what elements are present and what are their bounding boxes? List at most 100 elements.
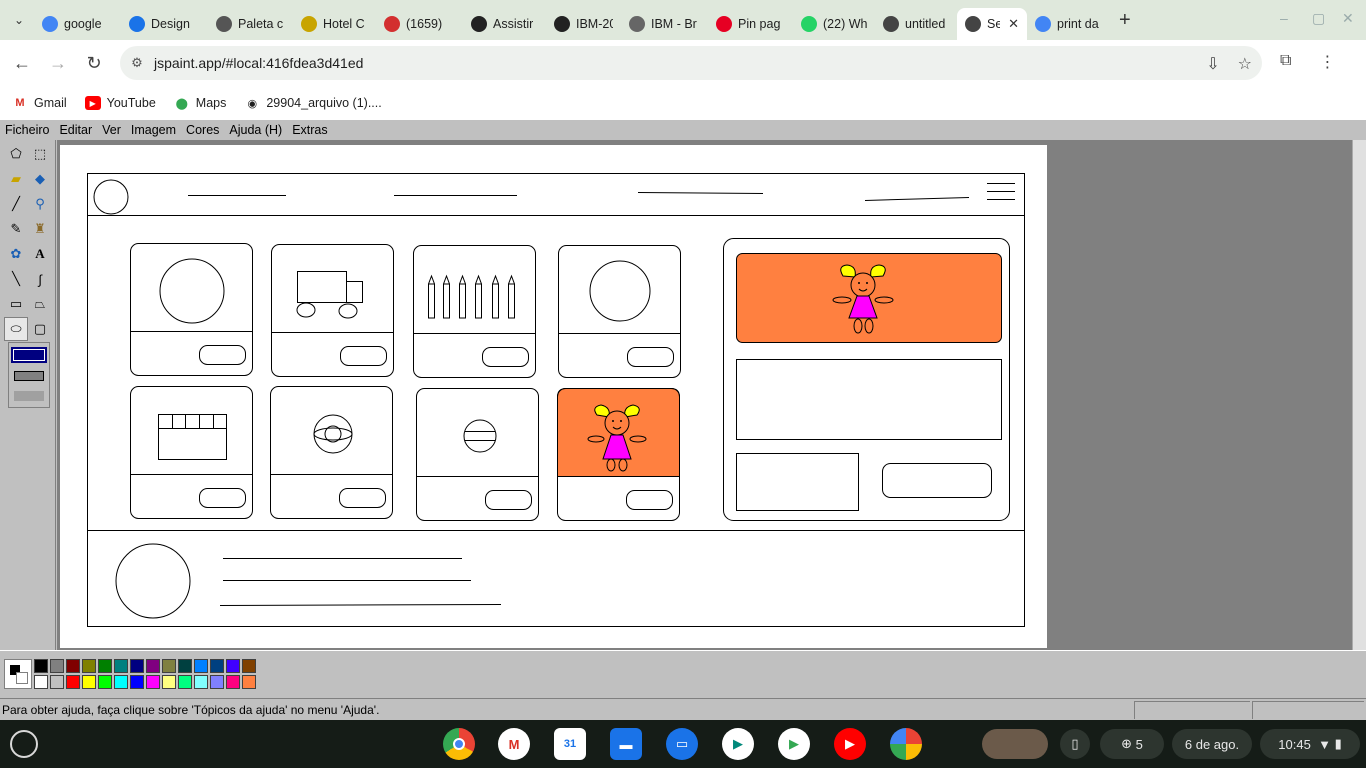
gmail-app-icon[interactable]: M <box>498 728 530 760</box>
color-picker-icon[interactable]: ╱ <box>4 192 28 216</box>
rectangle-icon[interactable]: ▭ <box>4 292 28 316</box>
palette-swatch[interactable] <box>114 675 128 689</box>
tab[interactable]: Paleta c <box>208 8 293 40</box>
palette-swatch[interactable] <box>242 659 256 673</box>
palette-swatch[interactable] <box>98 659 112 673</box>
palette-swatch[interactable] <box>210 659 224 673</box>
launcher-icon[interactable] <box>10 730 38 758</box>
palette-swatch[interactable] <box>146 675 160 689</box>
phone-hub-icon[interactable]: ▯ <box>1060 729 1090 759</box>
palette-swatch[interactable] <box>194 675 208 689</box>
menu-editar[interactable]: Editar <box>54 123 97 137</box>
palette-swatch[interactable] <box>194 659 208 673</box>
menu-imagem[interactable]: Imagem <box>126 123 181 137</box>
fill-bucket-icon[interactable]: ◆ <box>28 167 52 191</box>
palette-swatch[interactable] <box>210 675 224 689</box>
tab-search-button[interactable]: ⌄ <box>4 5 34 35</box>
palette-swatch[interactable] <box>114 659 128 673</box>
fill-option-outline[interactable] <box>11 347 47 363</box>
back-icon[interactable]: ← <box>4 53 40 74</box>
rect-select-icon[interactable]: ⬚ <box>28 142 52 166</box>
vertical-scrollbar[interactable] <box>1352 140 1366 650</box>
maximize-icon[interactable]: ▢ <box>1312 10 1325 27</box>
drawing-canvas[interactable] <box>60 145 1047 648</box>
calendar-icon[interactable]: 31 <box>554 728 586 760</box>
bookmark-maps[interactable]: ⬤ Maps <box>174 96 227 110</box>
palette-swatch[interactable] <box>98 675 112 689</box>
palette-swatch[interactable] <box>242 675 256 689</box>
curve-icon[interactable]: ∫ <box>28 267 52 291</box>
eraser-icon[interactable]: ▰ <box>4 167 28 191</box>
airbrush-icon[interactable]: ✿ <box>4 242 28 266</box>
chrome-icon[interactable] <box>443 728 475 760</box>
magnifier-icon[interactable]: ⚲ <box>28 192 52 216</box>
palette-swatch[interactable] <box>50 659 64 673</box>
palette-swatch[interactable] <box>82 659 96 673</box>
forward-icon[interactable]: → <box>40 53 76 74</box>
minimize-icon[interactable]: – <box>1280 10 1288 26</box>
tab[interactable]: (1659) <box>376 8 463 40</box>
palette-swatch[interactable] <box>162 659 176 673</box>
bookmark-arquivo[interactable]: ◉ 29904_arquivo (1).... <box>244 96 382 110</box>
bookmark-youtube[interactable]: ▶ YouTube <box>84 96 156 110</box>
secondary-color[interactable] <box>16 672 28 684</box>
bookmark-gmail[interactable]: M Gmail <box>12 96 66 110</box>
tab[interactable]: (22) Wh <box>793 8 875 40</box>
palette-swatch[interactable] <box>82 675 96 689</box>
tab[interactable]: Pin pag <box>708 8 793 40</box>
new-tab-button[interactable]: + <box>1119 9 1131 32</box>
palette-swatch[interactable] <box>50 675 64 689</box>
palette-swatch[interactable] <box>226 675 240 689</box>
close-window-icon[interactable]: ✕ <box>1342 10 1354 27</box>
free-select-icon[interactable]: ⬠ <box>4 142 28 166</box>
tab[interactable]: IBM-202 <box>546 8 621 40</box>
palette-swatch[interactable] <box>34 659 48 673</box>
polygon-icon[interactable]: ⏢ <box>28 292 52 316</box>
tab[interactable]: untitled <box>875 8 957 40</box>
holding-space-avatars[interactable] <box>982 729 1048 759</box>
palette-swatch[interactable] <box>146 659 160 673</box>
system-tray[interactable]: 10:45 ▼ ▮ <box>1260 729 1360 759</box>
palette-swatch[interactable] <box>34 675 48 689</box>
fill-option-both[interactable] <box>14 371 44 381</box>
palette-swatch[interactable] <box>178 675 192 689</box>
menu-ajuda[interactable]: Ajuda (H) <box>224 123 287 137</box>
tab[interactable]: Hotel C <box>293 8 376 40</box>
chat-icon[interactable]: ▭ <box>666 728 698 760</box>
photos-icon[interactable] <box>890 728 922 760</box>
tab[interactable]: google <box>34 8 121 40</box>
install-app-icon[interactable]: ⇩ <box>1206 54 1219 74</box>
notification-counter[interactable]: ⊕ 5 <box>1100 729 1164 759</box>
line-icon[interactable]: ╲ <box>4 267 28 291</box>
files-icon[interactable]: ▬ <box>610 728 642 760</box>
brush-icon[interactable]: ♜ <box>28 217 52 241</box>
palette-swatch[interactable] <box>226 659 240 673</box>
reload-icon[interactable]: ↻ <box>76 53 112 74</box>
palette-swatch[interactable] <box>162 675 176 689</box>
menu-kebab-icon[interactable]: ⋮ <box>1319 52 1335 72</box>
fill-option-fill[interactable] <box>14 391 44 401</box>
palette-swatch[interactable] <box>130 675 144 689</box>
ellipse-icon[interactable]: ⬭ <box>4 317 28 341</box>
rounded-rect-icon[interactable]: ▢ <box>28 317 52 341</box>
current-colors[interactable] <box>4 659 32 689</box>
tab[interactable]: Design <box>121 8 208 40</box>
tab[interactable]: print da <box>1027 8 1109 40</box>
menu-ficheiro[interactable]: Ficheiro <box>0 123 54 137</box>
site-info-icon[interactable]: ⚙ <box>120 55 154 71</box>
tab[interactable]: IBM - Br <box>621 8 708 40</box>
bookmark-star-icon[interactable]: ☆ <box>1238 54 1252 74</box>
tab[interactable]: Ser ✕ <box>957 8 1027 40</box>
tab[interactable]: Assistir <box>463 8 546 40</box>
text-tool-icon[interactable]: A <box>28 242 52 266</box>
palette-swatch[interactable] <box>66 675 80 689</box>
date-pill[interactable]: 6 de ago. <box>1172 729 1252 759</box>
menu-ver[interactable]: Ver <box>97 123 126 137</box>
palette-swatch[interactable] <box>130 659 144 673</box>
pencil-icon[interactable]: ✎ <box>4 217 28 241</box>
menu-cores[interactable]: Cores <box>181 123 224 137</box>
menu-extras[interactable]: Extras <box>287 123 332 137</box>
meet-icon[interactable]: ▶ <box>722 728 754 760</box>
play-store-icon[interactable]: ▶ <box>778 728 810 760</box>
address-bar[interactable]: ⚙ jspaint.app/#local:416fdea3d41ed ⇩ ☆ <box>120 46 1262 80</box>
